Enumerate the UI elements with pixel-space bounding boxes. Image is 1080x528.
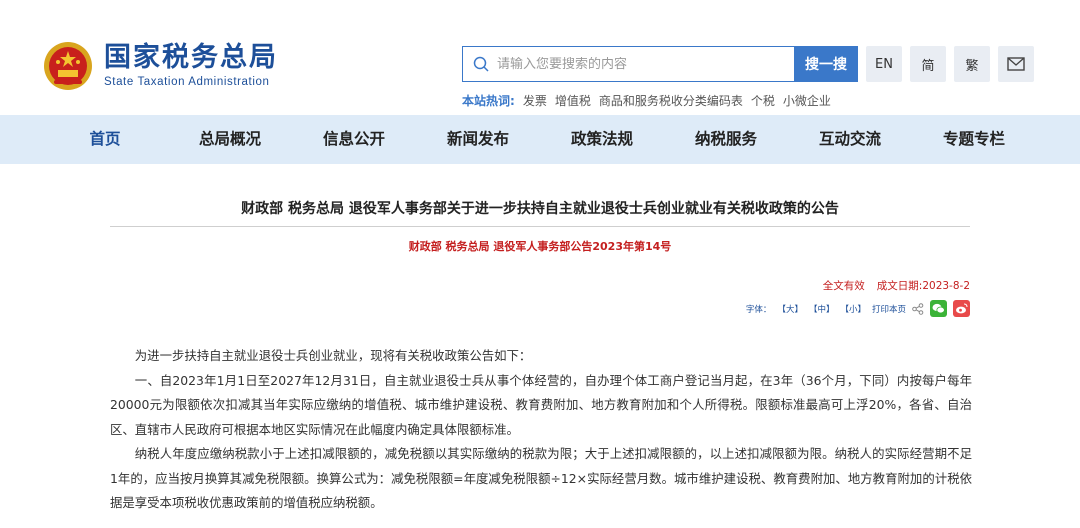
nav-about[interactable]: 总局概况 bbox=[180, 115, 280, 164]
main-nav: 首页 总局概况 信息公开 新闻发布 政策法规 纳税服务 互动交流 专题专栏 bbox=[0, 115, 1080, 164]
document-date: 成文日期:2023-8-2 bbox=[876, 280, 970, 292]
article-paragraph: 为进一步扶持自主就业退役士兵创业就业，现将有关税收政策公告如下： bbox=[134, 348, 532, 363]
hot-word-link[interactable]: 小微企业 bbox=[783, 92, 831, 109]
font-small-button[interactable]: 【小】 bbox=[840, 303, 866, 315]
national-emblem-icon bbox=[42, 40, 94, 92]
share-icon[interactable] bbox=[912, 302, 924, 315]
hot-words-label: 本站热词: bbox=[462, 94, 515, 108]
lang-traditional-button[interactable]: 繁 bbox=[954, 46, 990, 82]
article-title: 财政部 税务总局 退役军人事务部关于进一步扶持自主就业退役士兵创业就业有关税收政… bbox=[241, 201, 839, 217]
hot-word-link[interactable]: 发票 bbox=[523, 92, 547, 109]
mail-icon bbox=[1007, 57, 1025, 71]
wechat-share-icon[interactable] bbox=[930, 300, 947, 317]
site-name-en: State Taxation Administration bbox=[104, 76, 270, 88]
mail-button[interactable] bbox=[998, 46, 1034, 82]
site-name-cn: 国家税务总局 bbox=[104, 42, 278, 73]
nav-policies[interactable]: 政策法规 bbox=[552, 115, 652, 164]
hot-words: 本站热词: 发票 增值税 商品和服务税收分类编码表 个税 小微企业 bbox=[462, 92, 831, 109]
site-logo[interactable]: 国家税务总局 State Taxation Administration bbox=[42, 38, 282, 94]
hot-word-link[interactable]: 商品和服务税收分类编码表 bbox=[599, 92, 743, 109]
hot-word-link[interactable]: 个税 bbox=[751, 92, 775, 109]
font-size-label: 字体： bbox=[745, 304, 772, 315]
nav-info-disclosure[interactable]: 信息公开 bbox=[304, 115, 404, 164]
weibo-share-icon[interactable] bbox=[953, 300, 970, 317]
validity-status: 全文有效 bbox=[822, 280, 865, 292]
lang-simplified-button[interactable]: 简 bbox=[910, 46, 946, 82]
search-input[interactable] bbox=[497, 56, 757, 72]
nav-tax-services[interactable]: 纳税服务 bbox=[676, 115, 776, 164]
nav-home[interactable]: 首页 bbox=[55, 115, 155, 164]
article-meta: 全文有效 成文日期:2023-8-2 bbox=[823, 278, 970, 293]
font-medium-button[interactable]: 【中】 bbox=[809, 303, 835, 315]
hot-word-link[interactable]: 增值税 bbox=[555, 92, 591, 109]
search-icon bbox=[473, 56, 489, 72]
article-body: 为进一步扶持自主就业退役士兵创业就业，现将有关税收政策公告如下： 一、自2023… bbox=[110, 344, 972, 516]
search-box[interactable] bbox=[462, 46, 794, 82]
print-button[interactable]: 打印本页 bbox=[872, 303, 906, 315]
nav-interaction[interactable]: 互动交流 bbox=[800, 115, 900, 164]
search-bar: 搜一搜 bbox=[462, 46, 858, 82]
article-tools: 字体： 【大】 【中】 【小】 打印本页 bbox=[746, 300, 970, 317]
search-button[interactable]: 搜一搜 bbox=[794, 46, 858, 82]
language-switcher: EN 简 繁 bbox=[866, 46, 1034, 82]
font-large-button[interactable]: 【大】 bbox=[777, 303, 803, 315]
article-document-number: 财政部 税务总局 退役军人事务部公告2023年第14号 bbox=[408, 240, 672, 253]
nav-news[interactable]: 新闻发布 bbox=[428, 115, 528, 164]
title-divider bbox=[110, 226, 970, 227]
lang-en-button[interactable]: EN bbox=[866, 46, 902, 82]
article-paragraph: 纳税人年度应缴纳税款小于上述扣减限额的，减免税额以其实际缴纳的税款为限；大于上述… bbox=[110, 446, 972, 510]
nav-special-topics[interactable]: 专题专栏 bbox=[924, 115, 1024, 164]
article-paragraph: 一、自2023年1月1日至2027年12月31日，自主就业退役士兵从事个体经营的… bbox=[110, 372, 972, 437]
